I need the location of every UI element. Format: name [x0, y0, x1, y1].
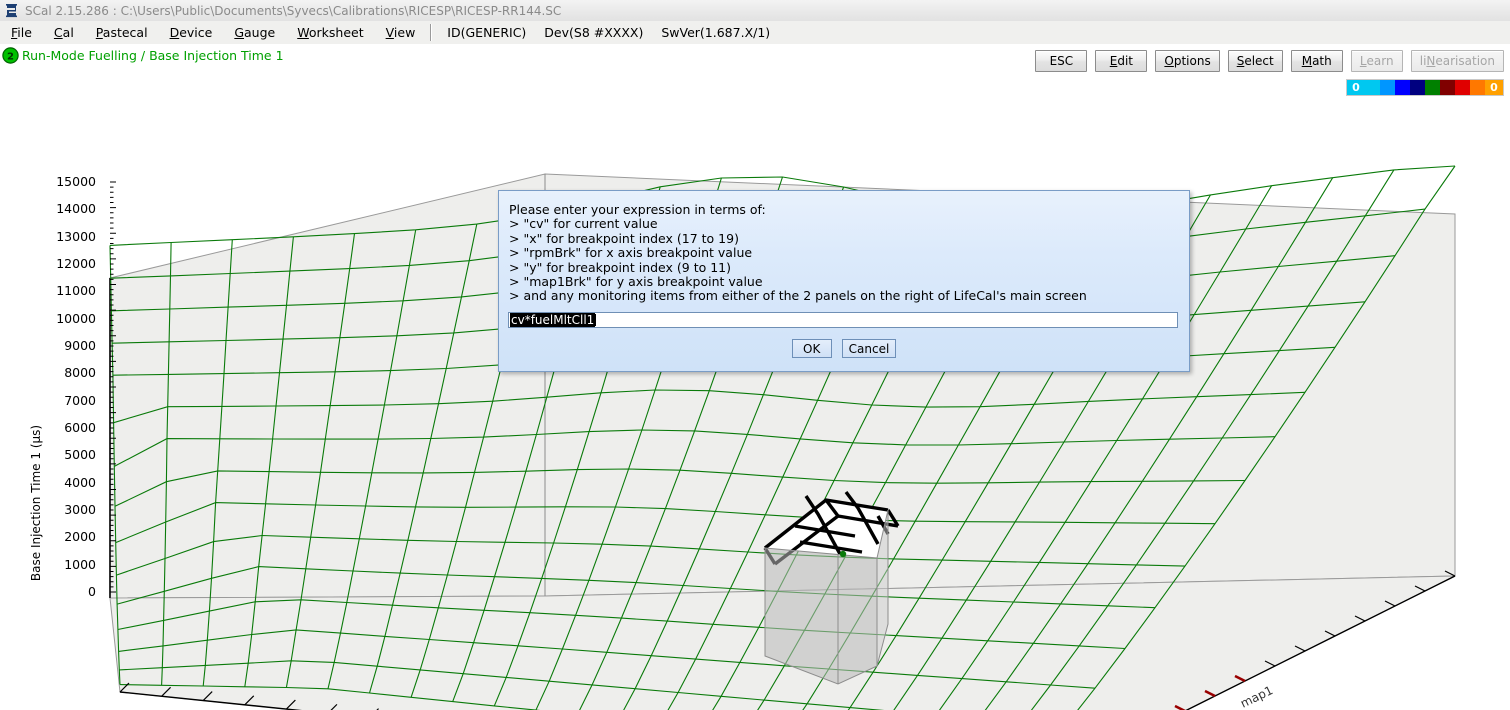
legend-swatch: [1470, 80, 1485, 95]
text-caret: [595, 314, 596, 326]
z-axis-tick-label: 13000: [56, 228, 96, 244]
z-axis-tick-label: 12000: [56, 256, 96, 271]
scal-application-window: SCal 2.15.286 : C:\Users\Public\Document…: [0, 0, 1510, 710]
svg-text:2: 2: [7, 51, 14, 62]
z-axis-title: Base Injection Time 1 (µs): [29, 424, 43, 582]
colour-legend: 0 0: [1346, 79, 1504, 96]
menu-gauge[interactable]: Gauge: [223, 22, 286, 43]
z-axis-tick-label: 2000: [64, 529, 96, 545]
dialog-hint-cv: > "cv" for current value: [509, 216, 658, 232]
z-axis-ticks: 15000 14000 13000 12000 11000 10000 9000 8000 70…: [0, 96, 104, 710]
legend-swatch: [1395, 80, 1410, 95]
menu-view[interactable]: View: [375, 22, 427, 43]
expression-dialog[interactable]: Please enter your expression in terms of…: [498, 190, 1190, 372]
dialog-buttons: OK Cancel: [499, 339, 1189, 358]
menu-worksheet[interactable]: Worksheet: [286, 22, 374, 43]
surface-3d-canvas[interactable]: rpm map1: [0, 96, 1510, 710]
y-axis-title: map1: [1238, 683, 1275, 710]
menu-device[interactable]: Device: [159, 22, 224, 43]
z-axis-tick-label: 1000: [64, 556, 96, 572]
legend-swatch: [1410, 80, 1425, 95]
dialog-hint-y: > "y" for breakpoint index (9 to 11): [509, 259, 731, 275]
legend-max-label: 0: [1485, 80, 1503, 95]
plot-back-wall: [109, 173, 546, 599]
menu-pastecal[interactable]: Pastecal: [85, 22, 159, 43]
expression-input[interactable]: cv*fuelMltCll1: [508, 312, 1178, 328]
dialog-hint-monitoring: > and any monitoring items from either o…: [509, 288, 1087, 304]
linearisation-button: li Nearisation: [1410, 50, 1504, 72]
help-badge-icon[interactable]: 2: [2, 47, 19, 64]
legend-swatch: [1365, 80, 1380, 95]
menu-separator: [430, 24, 433, 41]
title-bar: SCal 2.15.286 : C:\Users\Public\Document…: [0, 0, 1510, 22]
z-axis-tick-label: 11000: [56, 283, 96, 299]
z-axis-tick-label: 14000: [56, 201, 96, 217]
z-axis-tick-label: 3000: [64, 502, 96, 517]
z-axis-tick-label: 4000: [64, 474, 96, 490]
legend-swatch: [1380, 80, 1395, 95]
menu-file[interactable]: File: [0, 22, 43, 43]
dialog-message: Please enter your expression in terms of…: [509, 202, 1087, 304]
map-toolbar: ESC Edit Options Select Math Learn li Nea…: [1035, 50, 1504, 72]
dialog-hint-x: > "x" for breakpoint index (17 to 19): [509, 230, 739, 246]
legend-swatch: [1425, 80, 1440, 95]
z-axis-tick-label: 5000: [64, 447, 96, 463]
legend-swatch: [1455, 80, 1470, 95]
edit-button[interactable]: Edit: [1095, 50, 1148, 72]
dialog-hint-map1brk: > "map1Brk" for y axis breakpoint value: [509, 274, 763, 290]
menu-cal[interactable]: Cal: [43, 22, 85, 43]
z-axis-tick-label: 9000: [64, 338, 96, 353]
legend-min-label: 0: [1347, 80, 1365, 95]
expression-input-value: cv*fuelMltCll1: [510, 313, 596, 327]
cancel-button[interactable]: Cancel: [841, 339, 897, 358]
scal-logo-icon: [3, 2, 21, 19]
page-title: Run-Mode Fuelling / Base Injection Time …: [22, 48, 284, 63]
z-axis-tick-label: 0: [88, 584, 96, 599]
learn-button: Learn: [1350, 50, 1403, 72]
z-axis-tick-label: 7000: [64, 392, 96, 408]
device-model-label: Dev(S8 #XXXX): [544, 25, 644, 40]
surface-plot-area[interactable]: 15000 14000 13000 12000 11000 10000 9000 8000 70…: [0, 96, 1510, 710]
select-button[interactable]: Select: [1227, 50, 1283, 72]
dialog-prompt: Please enter your expression in terms of…: [509, 202, 766, 217]
esc-button[interactable]: ESC: [1035, 50, 1088, 72]
ok-button[interactable]: OK: [791, 339, 832, 358]
legend-swatch: [1440, 80, 1455, 95]
cursor-point: [839, 550, 847, 558]
title-bar-text: SCal 2.15.286 : C:\Users\Public\Document…: [25, 3, 562, 18]
math-button[interactable]: Math: [1290, 50, 1343, 72]
z-axis-tick-label: 6000: [64, 420, 96, 435]
z-axis-tick-label: 15000: [56, 174, 96, 189]
menu-bar: File Cal Pastecal Device Gauge Worksheet…: [0, 21, 1510, 45]
device-id-label: ID(GENERIC): [447, 25, 527, 40]
z-axis-tick-label: 10000: [56, 310, 96, 326]
options-button[interactable]: Options: [1155, 50, 1220, 72]
dialog-hint-rpmbrk: > "rpmBrk" for x axis breakpoint value: [509, 245, 753, 261]
software-version-label: SwVer(1.687.X/1): [661, 25, 771, 40]
z-axis-tick-label: 8000: [64, 365, 96, 381]
